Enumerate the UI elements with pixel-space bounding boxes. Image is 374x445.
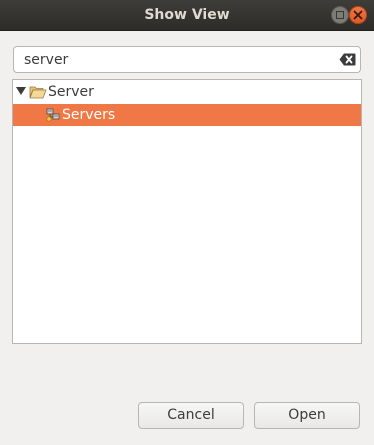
cancel-button[interactable]: Cancel <box>138 402 244 429</box>
search-field <box>13 46 361 73</box>
close-icon <box>353 10 363 20</box>
expand-arrow-icon[interactable] <box>16 87 26 95</box>
folder-open-icon <box>29 86 47 99</box>
tree-item-label: Servers <box>62 107 116 123</box>
close-button[interactable] <box>349 6 367 24</box>
open-button[interactable]: Open <box>254 402 360 429</box>
maximize-icon <box>336 11 344 19</box>
clear-search-icon[interactable] <box>339 53 356 66</box>
search-input[interactable] <box>24 49 324 70</box>
title-bar[interactable]: Show View <box>0 0 374 31</box>
servers-icon <box>46 108 60 122</box>
tree-category-label: Server <box>48 84 94 100</box>
maximize-button[interactable] <box>331 6 349 24</box>
window-title: Show View <box>144 7 230 23</box>
tree-item-servers[interactable]: Servers <box>13 104 361 126</box>
show-view-dialog: Show View Server <box>0 0 374 445</box>
view-tree: Server Servers <box>12 79 362 344</box>
tree-category-server[interactable]: Server <box>13 81 361 103</box>
